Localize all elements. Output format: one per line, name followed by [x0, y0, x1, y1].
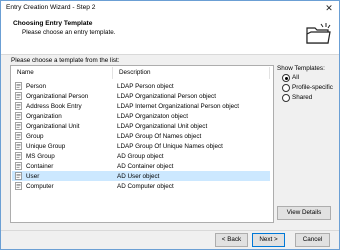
window-title: Entry Creation Wizard - Step 2: [6, 4, 96, 11]
footer-separator: [1, 230, 339, 231]
template-list[interactable]: Name Description Person LDAP Person objec…: [10, 65, 274, 223]
template-description: AD Computer object: [117, 182, 174, 190]
radio-all[interactable]: All: [282, 73, 340, 83]
list-item[interactable]: Container AD Container object: [12, 161, 270, 171]
wizard-header: Choosing Entry Template Please choose an…: [1, 15, 339, 55]
radio-label: Shared: [292, 94, 313, 101]
template-name: User: [26, 172, 40, 180]
list-item[interactable]: MS Group AD Group object: [12, 151, 270, 161]
template-name: MS Group: [26, 152, 55, 160]
list-item[interactable]: Computer AD Computer object: [12, 181, 270, 191]
radio-profile-specific[interactable]: Profile-specific: [282, 83, 340, 93]
template-name: Computer: [26, 182, 54, 190]
wizard-window: Entry Creation Wizard - Step 2 ✕ Choosin…: [0, 0, 340, 250]
radio-shared[interactable]: Shared: [282, 93, 340, 103]
list-item[interactable]: Organizational Person LDAP Organizational…: [12, 91, 270, 101]
template-description: LDAP Person object: [117, 82, 174, 90]
template-description: AD Group object: [117, 152, 164, 160]
cancel-button[interactable]: Cancel: [295, 233, 330, 247]
template-description: LDAP Group Of Names object: [117, 132, 202, 140]
list-item[interactable]: Person LDAP Person object: [12, 81, 270, 91]
template-name: Organizational Person: [26, 92, 89, 100]
list-item[interactable]: User AD User object: [12, 171, 270, 181]
radio-circle-icon[interactable]: [282, 94, 290, 102]
template-icon: [15, 82, 23, 90]
radio-circle-icon[interactable]: [282, 74, 290, 82]
radio-label: All: [292, 74, 299, 81]
list-item[interactable]: Organization LDAP Organizaton object: [12, 111, 270, 121]
template-icon: [15, 172, 23, 180]
column-header-description[interactable]: Description: [113, 67, 270, 79]
template-name: Organization: [26, 112, 62, 120]
template-description: LDAP Organizational Unit object: [117, 122, 208, 130]
template-name: Address Book Entry: [26, 102, 82, 110]
template-name: Group: [26, 132, 44, 140]
template-icon: [15, 162, 23, 170]
folder-icon: [306, 23, 331, 44]
list-item[interactable]: Unique Group LDAP Group Of Unique Names o…: [12, 141, 270, 151]
radio-label: Profile-specific: [292, 84, 333, 91]
template-description: AD Container object: [117, 162, 174, 170]
template-icon: [15, 112, 23, 120]
template-icon: [15, 142, 23, 150]
template-icon: [15, 132, 23, 140]
template-name: Container: [26, 162, 54, 170]
template-name: Person: [26, 82, 46, 90]
template-description: LDAP Organizaton object: [117, 112, 188, 120]
template-description: LDAP Internet Organizational Person obje…: [117, 102, 240, 110]
template-icon: [15, 92, 23, 100]
template-icon: [15, 182, 23, 190]
list-item[interactable]: Group LDAP Group Of Names object: [12, 131, 270, 141]
column-header-name[interactable]: Name: [11, 67, 113, 79]
template-icon: [15, 102, 23, 110]
back-button[interactable]: < Back: [215, 233, 248, 247]
next-button[interactable]: Next >: [252, 233, 285, 247]
template-name: Organizational Unit: [26, 122, 80, 130]
list-item[interactable]: Address Book Entry LDAP Internet Organiza…: [12, 101, 270, 111]
list-item[interactable]: Organizational Unit LDAP Organizational U…: [12, 121, 270, 131]
list-prompt: Please choose a template from the list:: [11, 57, 120, 64]
title-bar: Entry Creation Wizard - Step 2 ✕: [1, 1, 339, 15]
template-icon: [15, 152, 23, 160]
template-description: AD User object: [117, 172, 160, 180]
template-description: LDAP Group Of Unique Names object: [117, 142, 223, 150]
template-name: Unique Group: [26, 142, 66, 150]
view-details-button[interactable]: View Details: [277, 206, 331, 220]
radio-circle-icon[interactable]: [282, 84, 290, 92]
step-title: Choosing Entry Template: [13, 20, 93, 27]
template-icon: [15, 122, 23, 130]
template-description: LDAP Organizational Person object: [117, 92, 216, 100]
show-templates-label: Show Templates:: [277, 65, 325, 72]
step-subtitle: Please choose an entry template.: [22, 29, 116, 36]
close-icon[interactable]: ✕: [323, 2, 335, 14]
